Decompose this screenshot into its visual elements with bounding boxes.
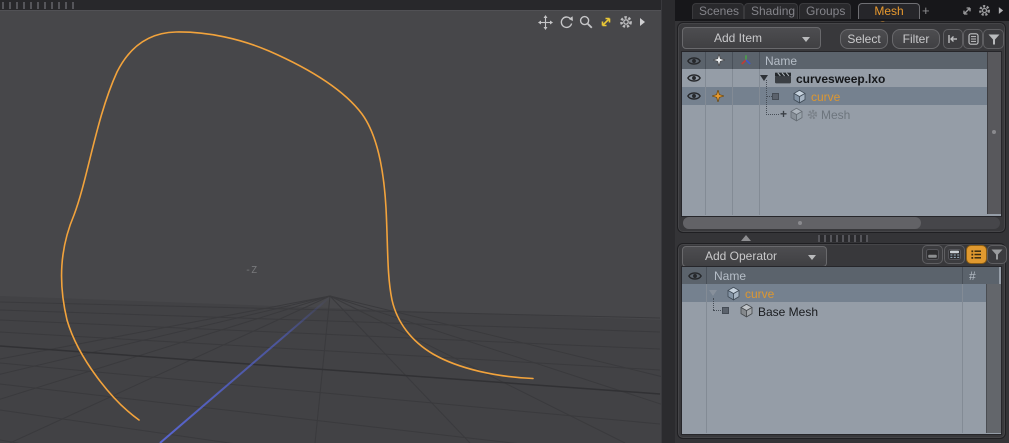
axis-label: -Z xyxy=(245,265,257,276)
base-mesh-label[interactable]: Base Mesh xyxy=(758,305,818,319)
panel-bottom-icon xyxy=(926,249,939,260)
mesh-cube-icon xyxy=(790,107,803,122)
operator-filter-button[interactable] xyxy=(987,245,1007,264)
maximize-icon[interactable] xyxy=(599,15,613,29)
chevron-down-icon xyxy=(808,255,816,260)
mesh-cube-icon xyxy=(727,286,740,301)
operator-curve-label[interactable]: curve xyxy=(745,287,774,301)
operator-tree-vertical-scrollbar[interactable] xyxy=(986,284,1001,433)
pan-icon[interactable] xyxy=(538,15,553,30)
locator-toggle-icon[interactable] xyxy=(712,90,724,102)
procedural-gear-icon xyxy=(807,109,818,120)
divider-grip-handle[interactable] xyxy=(818,235,868,242)
header-view-button[interactable] xyxy=(944,245,965,264)
panel-header-icon xyxy=(948,249,961,260)
zoom-icon[interactable] xyxy=(579,15,593,29)
add-item-button[interactable]: Add Item xyxy=(682,27,794,49)
collapse-panel-arrow[interactable] xyxy=(741,235,751,241)
vertical-splitter[interactable] xyxy=(661,0,676,443)
filter-button[interactable]: Filter xyxy=(892,29,940,49)
panel-gear-icon[interactable] xyxy=(978,4,991,17)
eye-icon[interactable] xyxy=(687,73,701,83)
solo-view-button[interactable] xyxy=(922,245,943,264)
mesh-cube-icon xyxy=(793,89,806,104)
add-item-dropdown[interactable] xyxy=(792,27,821,49)
scrollbar-thumb[interactable] xyxy=(683,217,921,229)
scene-item-label[interactable]: curvesweep.lxo xyxy=(796,72,885,86)
tree-branch-handle[interactable] xyxy=(722,307,729,314)
name-column-header: Name xyxy=(765,54,797,68)
funnel-icon xyxy=(991,249,1003,260)
chevron-down-icon xyxy=(802,37,810,42)
gear-icon[interactable] xyxy=(619,15,633,29)
collapse-columns-button[interactable] xyxy=(943,29,963,49)
list-view-button[interactable] xyxy=(963,29,983,49)
tab-mesh-ops[interactable]: Mesh Ops xyxy=(858,3,920,19)
visibility-column-eye-icon xyxy=(688,271,702,281)
add-operator-button[interactable]: Add Operator xyxy=(682,246,800,267)
viewport-top-strip xyxy=(0,0,661,11)
expand-triangle[interactable] xyxy=(709,290,717,296)
axis-column-icon xyxy=(740,54,752,66)
list-mode-button-active[interactable] xyxy=(966,245,987,264)
tab-scenes[interactable]: Scenes xyxy=(692,3,744,19)
add-tab-button[interactable]: + xyxy=(922,3,930,18)
funnel-icon xyxy=(988,34,1000,45)
expand-plus-button[interactable]: + xyxy=(780,107,787,121)
expand-panel-icon[interactable] xyxy=(961,5,973,17)
viewport-grip-handle[interactable] xyxy=(2,2,78,9)
list-icon xyxy=(968,33,979,45)
tree-branch-handle[interactable] xyxy=(772,93,779,100)
collapse-left-icon xyxy=(947,34,959,44)
rotate-icon[interactable] xyxy=(559,15,573,29)
viewport-3d[interactable]: -Z xyxy=(0,0,661,443)
select-button[interactable]: Select xyxy=(840,29,888,49)
panel-flyout-icon[interactable] xyxy=(998,6,1004,15)
base-mesh-cube-icon xyxy=(740,303,753,318)
tab-groups[interactable]: Groups xyxy=(799,3,851,19)
name-column-header: Name xyxy=(714,269,746,283)
mesh-item-label[interactable]: Mesh xyxy=(821,108,850,122)
eye-icon[interactable] xyxy=(687,91,701,101)
item-tree-vertical-scrollbar[interactable] xyxy=(987,52,1001,214)
viewport-canvas[interactable] xyxy=(0,0,661,443)
curve-item-label[interactable]: curve xyxy=(811,90,840,104)
count-column-header: # xyxy=(969,269,976,283)
tab-shading[interactable]: Shading xyxy=(744,3,798,19)
panel-tab-bar: Scenes Shading Groups Mesh Ops + xyxy=(675,0,1009,21)
visibility-column-eye-icon xyxy=(687,56,701,66)
scene-clapperboard-icon xyxy=(775,72,791,84)
locator-column-icon xyxy=(713,54,725,66)
item-tree-horizontal-scrollbar[interactable] xyxy=(683,217,1000,229)
modo-window: -Z xyxy=(0,0,1009,443)
filter-toggle-button[interactable] xyxy=(983,29,1004,49)
flyout-arrow-icon[interactable] xyxy=(639,17,646,27)
add-operator-dropdown[interactable] xyxy=(798,246,827,267)
list-icon xyxy=(970,249,983,260)
item-tree-header xyxy=(682,52,999,69)
viewport-toolbar xyxy=(538,13,658,31)
